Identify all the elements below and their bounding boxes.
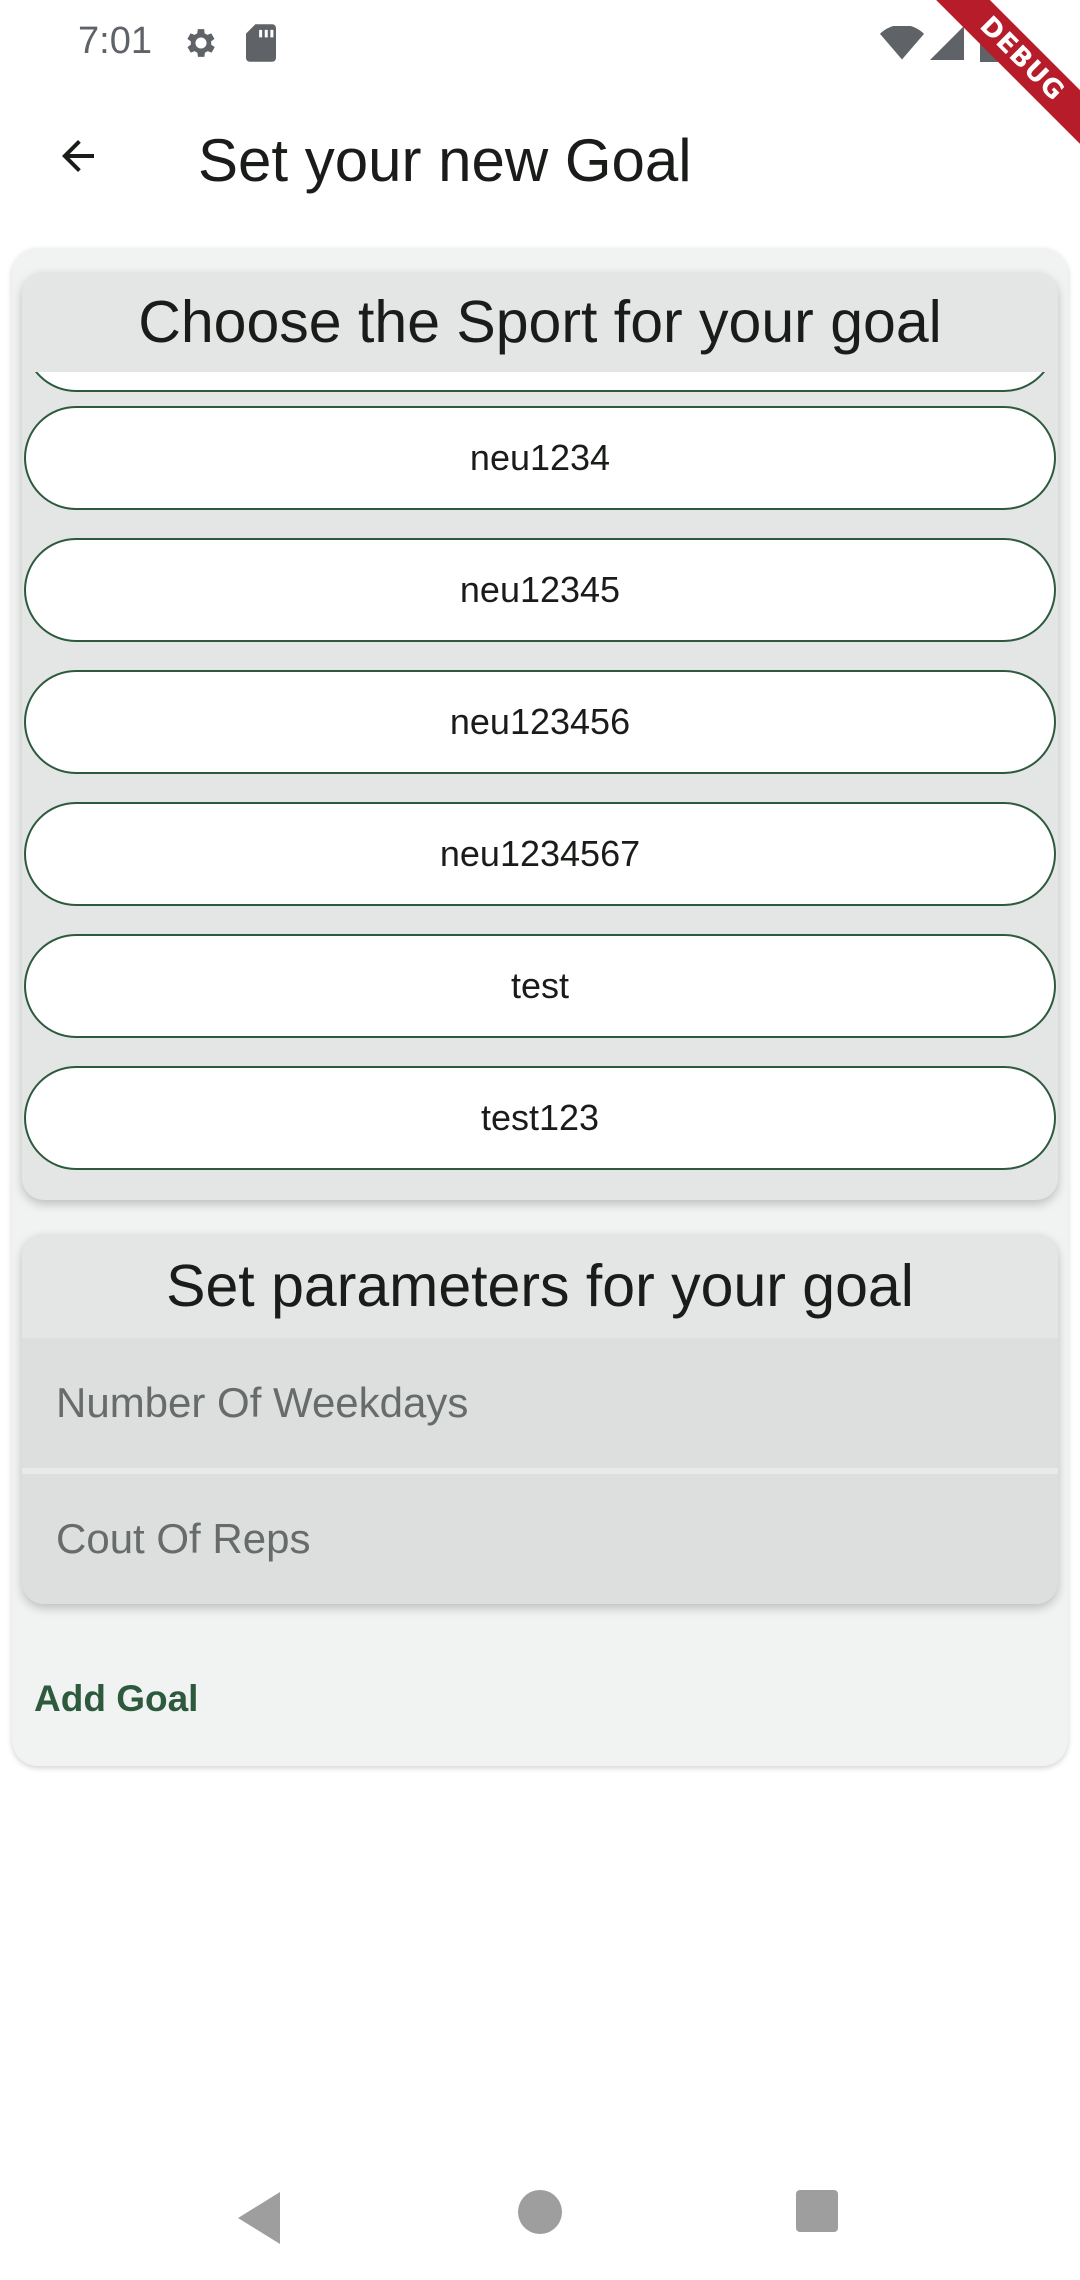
sport-option[interactable]: neu1234 [24, 406, 1056, 510]
sport-option[interactable]: neu12345 [24, 538, 1056, 642]
arrow-back-icon [62, 140, 94, 172]
nav-home-icon[interactable] [518, 2190, 562, 2234]
sport-selection-card: Choose the Sport for your goal neu1234 n… [22, 272, 1058, 1200]
app-bar: Set your new Goal [0, 88, 1080, 228]
system-nav-bar [0, 2160, 1080, 2280]
goal-form-card: Choose the Sport for your goal neu1234 n… [12, 248, 1068, 1766]
back-button[interactable] [36, 114, 120, 198]
sport-option[interactable]: neu1234567 [24, 802, 1056, 906]
reps-input[interactable]: Cout Of Reps [22, 1474, 1058, 1604]
add-goal-button[interactable]: Add Goal [34, 1654, 198, 1744]
sd-card-icon [246, 24, 276, 62]
nav-recents-icon[interactable] [796, 2190, 838, 2232]
sport-card-title: Choose the Sport for your goal [138, 289, 942, 355]
sport-card-header: Choose the Sport for your goal [22, 272, 1058, 372]
weekdays-input[interactable]: Number Of Weekdays [22, 1338, 1058, 1468]
weekdays-input-placeholder: Number Of Weekdays [56, 1379, 469, 1426]
parameters-card: Set parameters for your goal Number Of W… [22, 1234, 1058, 1604]
parameters-card-title: Set parameters for your goal [166, 1253, 914, 1319]
sport-option[interactable]: test [24, 934, 1056, 1038]
gear-icon [187, 29, 215, 57]
page-title: Set your new Goal [198, 127, 692, 194]
sport-option-partial[interactable] [24, 372, 1056, 392]
status-time: 7:01 [78, 20, 152, 62]
nav-back-icon[interactable] [234, 2190, 284, 2246]
sport-list[interactable]: neu1234 neu12345 neu123456 neu1234567 te… [22, 372, 1058, 1200]
reps-input-placeholder: Cout Of Reps [56, 1515, 311, 1562]
sport-option[interactable]: test123 [24, 1066, 1056, 1170]
sport-option[interactable]: neu123456 [24, 670, 1056, 774]
